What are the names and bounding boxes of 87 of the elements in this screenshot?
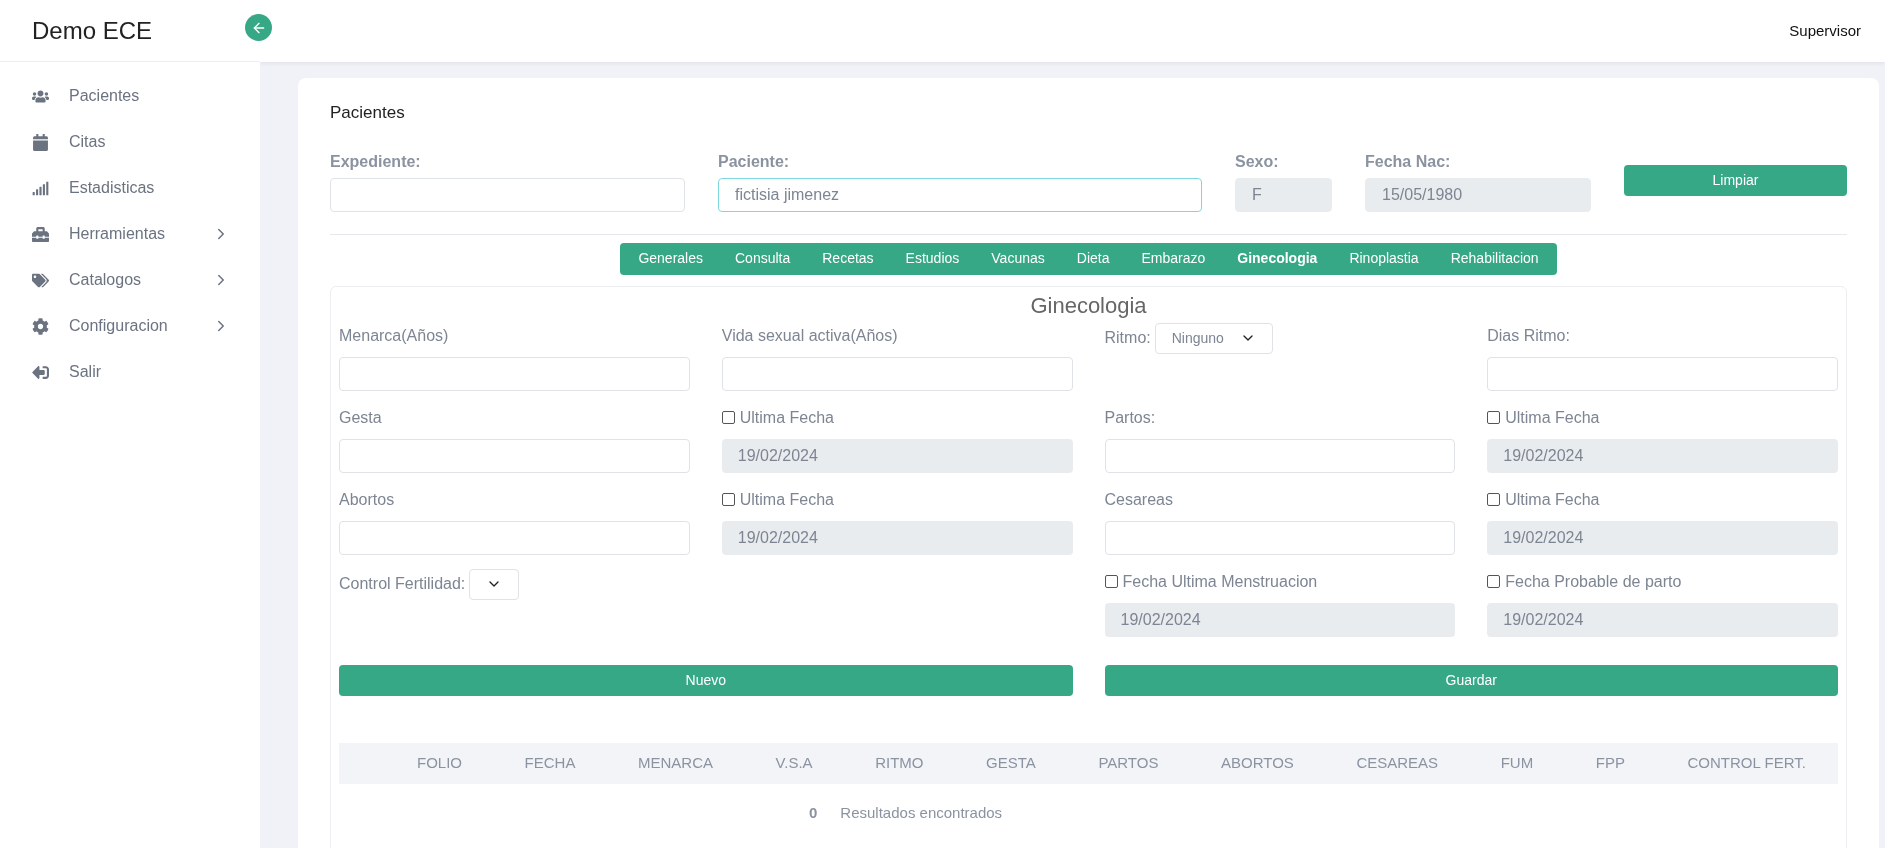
action-button[interactable]: Nuevo	[339, 664, 1073, 696]
sidebar-item[interactable]: Estadisticas	[0, 165, 260, 211]
input-field[interactable]	[1104, 520, 1456, 555]
field-label: Expediente:	[330, 151, 422, 171]
field-label: Sexo:	[1235, 151, 1280, 171]
checkbox[interactable]	[1487, 493, 1501, 506]
sidebar-item[interactable]: Salir	[0, 349, 260, 395]
section-title: Ginecologia	[1029, 291, 1148, 320]
sidebar-item[interactable]: Configuracion	[0, 303, 260, 349]
column-header: GESTA	[986, 752, 1036, 773]
column-header: CESAREAS	[1356, 752, 1439, 773]
input-field[interactable]	[721, 356, 1073, 391]
field-label: Partos:	[1104, 407, 1157, 428]
back-button[interactable]	[245, 14, 272, 41]
checkbox[interactable]	[721, 411, 735, 424]
checkbox[interactable]	[1487, 411, 1501, 424]
tab[interactable]: Vacunas	[975, 242, 1061, 275]
column-header: ABORTOS	[1221, 752, 1294, 773]
app-title: Demo ECE	[32, 15, 153, 46]
result-count: 0	[809, 802, 818, 823]
page-title: Pacientes	[330, 102, 406, 124]
column-header: FECHA	[524, 752, 576, 773]
tab[interactable]: Rehabilitacion	[1434, 242, 1555, 275]
checkbox-label: Fecha Ultima Menstruacion	[1122, 571, 1318, 592]
column-header: RITMO	[875, 752, 924, 773]
column-header: FOLIO	[417, 752, 462, 773]
date-field[interactable]: 19/02/2024	[1487, 438, 1838, 473]
column-header: FUM	[1500, 752, 1534, 773]
sidebar-item[interactable]: Herramientas	[0, 211, 260, 257]
input-field[interactable]	[339, 438, 690, 473]
field-label: Cesareas	[1104, 489, 1174, 510]
checkbox-label: Ultima Fecha	[739, 407, 834, 428]
select-dropdown[interactable]: Ninguno	[1154, 322, 1273, 354]
tab[interactable]: Dieta	[1060, 242, 1126, 275]
settings-icon	[32, 317, 49, 335]
input-field[interactable]	[1487, 356, 1838, 391]
field-label: Vida sexual activa(Años)	[721, 325, 899, 346]
checkbox[interactable]	[1487, 575, 1501, 588]
input-field[interactable]	[339, 520, 690, 555]
sidebar-item[interactable]: Citas	[0, 119, 260, 165]
checkbox-label: Ultima Fecha	[739, 489, 834, 510]
column-header: FPP	[1595, 752, 1625, 773]
input-field[interactable]: fictisia jimenez	[718, 177, 1202, 212]
column-header: CONTROL FERT.	[1687, 752, 1806, 773]
user-name: Supervisor	[1789, 20, 1861, 41]
column-header: V.S.A	[775, 752, 813, 773]
tab[interactable]: Generales	[622, 242, 719, 275]
clear-button[interactable]: Limpiar	[1624, 164, 1847, 196]
input-field[interactable]	[1104, 438, 1456, 473]
calendar-icon	[32, 133, 49, 151]
field-label: Menarca(Años)	[339, 325, 450, 346]
tab[interactable]: Ginecologia	[1221, 242, 1334, 275]
tab[interactable]: Recetas	[806, 242, 890, 275]
tab[interactable]: Consulta	[719, 242, 807, 275]
column-header: MENARCA	[638, 752, 714, 773]
column-header: PARTOS	[1098, 752, 1159, 773]
checkbox-label: Ultima Fecha	[1505, 489, 1600, 510]
date-field[interactable]: 19/02/2024	[1487, 602, 1838, 637]
tab[interactable]: Embarazo	[1125, 242, 1222, 275]
tab[interactable]: Estudios	[889, 242, 976, 275]
sidebar-item[interactable]: Pacientes	[0, 73, 260, 119]
tab[interactable]: Rinoplastia	[1333, 242, 1435, 275]
field-label: Control Fertilidad:	[339, 573, 466, 594]
input-field[interactable]	[339, 356, 690, 391]
select-dropdown[interactable]	[469, 568, 520, 600]
date-field[interactable]: 19/02/2024	[1104, 602, 1456, 637]
field-label: Gesta	[339, 407, 383, 428]
field-label: Dias Ritmo:	[1487, 325, 1571, 346]
exit-icon	[32, 363, 49, 381]
checkbox-label: Fecha Probable de parto	[1505, 571, 1682, 592]
signal-bars-icon	[32, 179, 49, 197]
field-label: Paciente:	[718, 151, 791, 171]
date-field[interactable]: 19/02/2024	[721, 438, 1073, 473]
result-label: Resultados encontrados	[840, 802, 1003, 823]
action-button[interactable]: Guardar	[1104, 664, 1838, 696]
checkbox-label: Ultima Fecha	[1505, 407, 1600, 428]
field-label: Abortos	[339, 489, 396, 510]
sidebar-item[interactable]: Catalogos	[0, 257, 260, 303]
field-label: Fecha Nac:	[1365, 151, 1452, 171]
input-field[interactable]	[330, 177, 685, 212]
tags-icon	[32, 271, 49, 289]
checkbox[interactable]	[1104, 575, 1118, 588]
date-field[interactable]: 19/02/2024	[1487, 520, 1838, 555]
checkbox[interactable]	[721, 493, 735, 506]
toolbox-icon	[32, 225, 49, 243]
date-field[interactable]: 19/02/2024	[721, 520, 1073, 555]
field-label: Ritmo:	[1104, 327, 1151, 348]
